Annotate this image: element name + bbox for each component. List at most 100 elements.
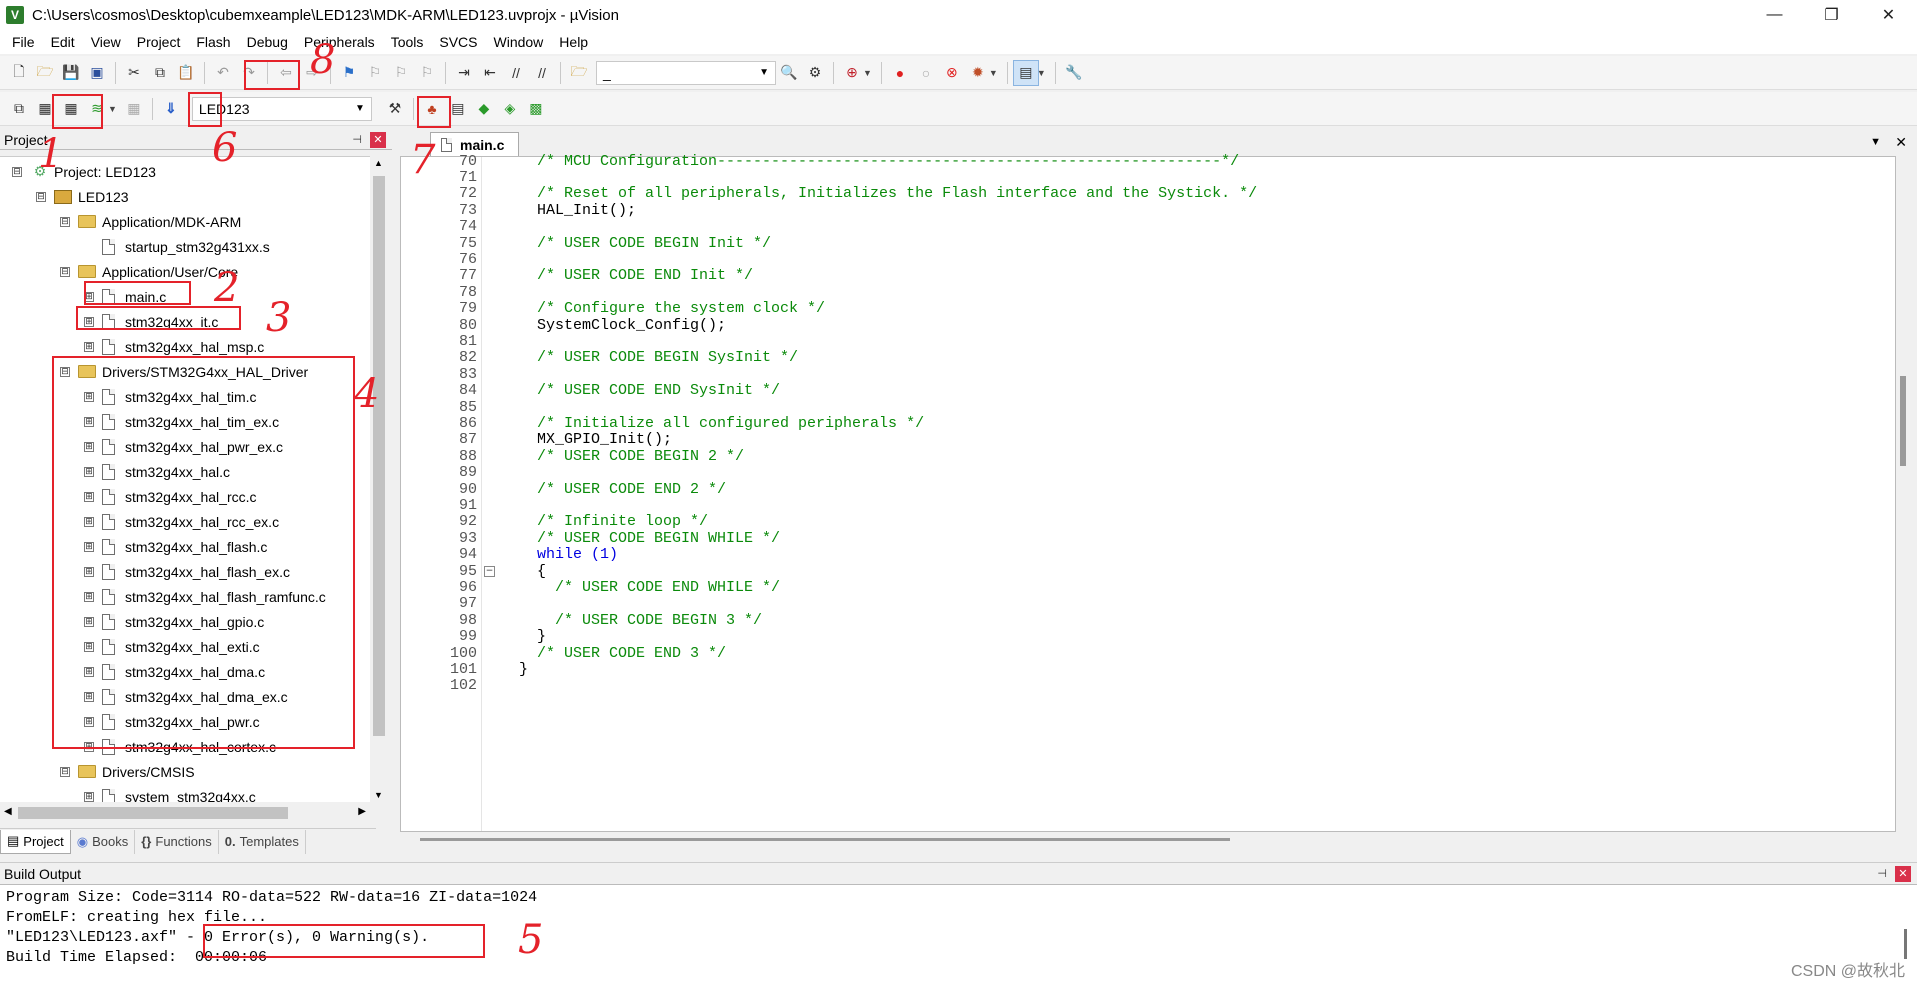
translate-icon[interactable]: ⧉ [6,96,32,122]
stop-build-icon[interactable]: ▦ [121,96,147,122]
menu-project[interactable]: Project [129,34,189,50]
incremental-find-icon[interactable]: ⚙ [802,60,828,86]
window-layout-icon[interactable]: ▤ [1012,59,1039,86]
prev-bookmark-icon[interactable]: ⚐ [362,60,388,86]
expand-icon[interactable]: ⊞ [84,341,94,352]
annotation-box-options [417,96,451,128]
next-bookmark-icon[interactable]: ⚐ [388,60,414,86]
clear-bookmarks-icon[interactable]: ⚐ [414,60,440,86]
select-packs-icon[interactable]: ◆ [471,96,497,122]
project-tree-hscrollbar[interactable]: ◀ ▶ [0,804,370,822]
tree-item[interactable]: ⊞ system_stm32g4xx.c [84,784,256,802]
tab-project[interactable]: ▤ Project [0,829,71,854]
unindent-icon[interactable]: ⇤ [477,60,503,86]
pin-icon[interactable]: ⊣ [1877,867,1887,880]
editor-hscrollbar[interactable] [400,832,1896,848]
paste-icon[interactable]: 📋 [173,60,199,86]
scroll-up-icon[interactable]: ▲ [374,158,383,168]
open-folder-icon[interactable]: 🗁 [32,60,58,86]
expand-icon[interactable]: ⊞ [84,791,94,802]
menu-help[interactable]: Help [551,34,596,50]
tab-functions[interactable]: {} Functions [135,829,219,854]
scroll-left-icon[interactable]: ◀ [4,806,12,817]
tree-item-label: Drivers/CMSIS [102,763,195,780]
editor-scroll-thumb[interactable] [1900,376,1906,466]
collapse-icon[interactable]: ⊟ [60,266,70,277]
options-for-target-icon[interactable]: ⚒ [382,96,408,122]
collapse-icon[interactable]: ⊟ [12,166,22,177]
tab-list-chevron-icon[interactable]: ▼ [1870,136,1881,148]
editor-hscroll-thumb[interactable] [420,838,1230,841]
undo-icon[interactable]: ↶ [210,60,236,86]
annotation-box-load [188,92,222,127]
pack-installer-icon[interactable]: ◈ [497,96,523,122]
collapse-icon[interactable]: ⊟ [60,766,70,777]
tree-item[interactable]: ⊟ LED123 [36,184,129,209]
templates-icon: 0. [224,834,236,849]
menu-window[interactable]: Window [486,34,552,50]
download-load-icon[interactable]: ⇓ [158,96,184,122]
maximize-button[interactable]: ❐ [1803,0,1860,30]
scroll-right-icon[interactable]: ▶ [358,806,366,817]
build-output-scroll-thumb[interactable] [1904,929,1907,959]
tab-templates[interactable]: 0. Templates [219,829,306,854]
new-file-icon[interactable]: 🗋 [6,60,32,86]
scroll-down-icon[interactable]: ▼ [374,790,383,800]
close-window-button[interactable]: ✕ [1860,0,1917,30]
build-output-line: Program Size: Code=3114 RO-data=522 RW-d… [6,889,538,906]
project-tree-scrollbar[interactable]: ▲ ▼ [370,156,388,802]
save-all-icon[interactable]: ▣ [84,60,110,86]
debug-session-icon[interactable]: ⊕ [839,60,865,86]
tree-item[interactable]: ⊟ ⚙ Project: LED123 [12,159,156,184]
save-icon[interactable]: 💾 [58,60,84,86]
breakpoint-icon[interactable]: ● [887,60,913,86]
chevron-down-icon: ▼ [988,67,998,78]
tab-books[interactable]: ◉ Books [71,829,136,854]
project-tree-scroll-thumb[interactable] [373,176,385,736]
bookmark-icon[interactable]: ⚑ [336,60,362,86]
functions-icon: {} [141,834,152,849]
disable-all-breakpoints-icon[interactable]: ⊗ [939,60,965,86]
copy-icon[interactable]: ⧉ [147,60,173,86]
close-pane-icon[interactable]: ✕ [370,131,386,148]
tree-item[interactable]: startup_stm32g431xx.s [84,234,270,259]
target-group-icon [54,189,72,204]
code-editor[interactable]: 70 /* MCU Configuration-----------------… [400,153,1896,832]
cut-icon[interactable]: ✂ [121,60,147,86]
collapse-icon[interactable]: ⊟ [36,191,46,202]
collapse-icon[interactable]: ⊟ [60,216,70,227]
menu-edit[interactable]: Edit [43,34,83,50]
uncomment-icon[interactable]: // [529,60,555,86]
find-icon[interactable]: 🔍 [776,60,802,86]
editor-scrollbar[interactable] [1896,156,1916,832]
close-pane-icon[interactable]: ✕ [1895,865,1911,882]
tree-item[interactable]: ⊟ Application/MDK-ARM [60,209,241,234]
window-title: C:\Users\cosmos\Desktop\cubemxeample\LED… [32,6,619,24]
menu-flash[interactable]: Flash [188,34,238,50]
configure-icon[interactable]: 🔧 [1061,60,1087,86]
menu-peripherals[interactable]: Peripherals [296,34,383,50]
minimize-button[interactable]: — [1746,0,1803,30]
find-in-files-icon[interactable]: 🗁 [566,60,592,86]
tree-item[interactable]: ⊟ Drivers/CMSIS [60,759,195,784]
pin-icon[interactable]: ⊣ [352,133,362,146]
disable-breakpoint-icon[interactable]: ○ [913,60,939,86]
find-combo[interactable]: _ ▼ [596,60,776,85]
fold-icon[interactable]: − [484,565,495,577]
run-time-environment-icon[interactable]: ▩ [523,96,549,122]
annotation-1: 1 [38,131,64,177]
indent-icon[interactable]: ⇥ [451,60,477,86]
annotation-7: 7 [410,137,436,183]
menu-view[interactable]: View [83,34,129,50]
project-tree-hscroll-thumb[interactable] [18,807,288,819]
kill-breakpoints-icon[interactable]: ✹ [965,60,991,86]
close-tab-icon[interactable]: ✕ [1895,134,1907,151]
menu-tools[interactable]: Tools [383,34,432,50]
menu-svcs[interactable]: SVCS [431,34,485,50]
comment-icon[interactable]: // [503,60,529,86]
menu-file[interactable]: File [4,34,43,50]
menu-debug[interactable]: Debug [239,34,296,50]
annotation-3: 3 [266,295,292,341]
uvision-app-icon: V [6,6,24,24]
tree-item-label: Application/MDK-ARM [102,213,242,230]
